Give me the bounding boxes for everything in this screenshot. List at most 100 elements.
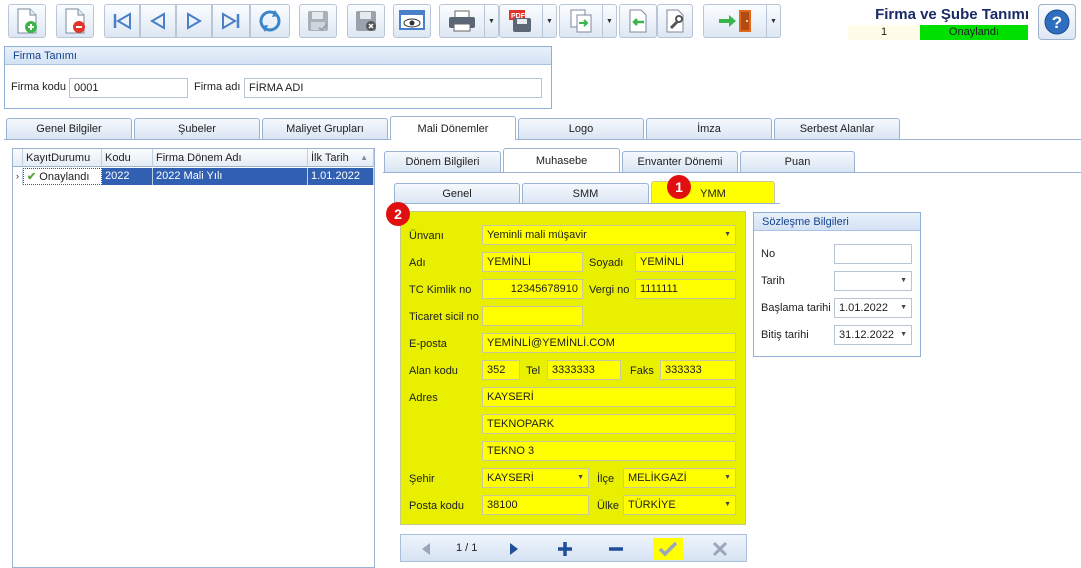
help-button[interactable]: ?	[1038, 4, 1076, 40]
tab-puan[interactable]: Puan	[740, 151, 855, 172]
new-button[interactable]	[8, 4, 46, 38]
print-button[interactable]	[439, 4, 485, 38]
nav-previous-button[interactable]	[411, 538, 441, 560]
tab-divider	[4, 139, 1081, 140]
tab-genel[interactable]: Genel	[394, 183, 520, 204]
help-icon: ?	[1044, 9, 1070, 35]
nav-confirm-button[interactable]	[653, 538, 683, 560]
tab-muhasebe[interactable]: Muhasebe	[503, 148, 620, 172]
ticaret-sicil-input[interactable]	[482, 306, 583, 326]
vergi-no-label: Vergi no	[589, 284, 630, 296]
chevron-down-icon: ▼	[900, 277, 907, 284]
sehir-select[interactable]: KAYSERİ ▼	[482, 468, 589, 488]
adres-line-3-input[interactable]: TEKNO 3	[482, 441, 736, 461]
unvan-select[interactable]: Yeminli mali müşavir ▼	[482, 225, 736, 245]
chevron-down-icon: ▼	[724, 474, 731, 481]
nav-position: 1 / 1	[456, 542, 478, 554]
delete-button[interactable]	[56, 4, 94, 38]
previous-record-button[interactable]	[140, 4, 176, 38]
preview-button[interactable]	[393, 4, 431, 38]
cell-status[interactable]: ✔ Onaylandı	[23, 168, 102, 185]
last-record-button[interactable]	[212, 4, 250, 38]
tab-imza[interactable]: İmza	[646, 118, 772, 139]
nav-remove-button[interactable]	[601, 538, 631, 560]
cell-date[interactable]: 1.01.2022	[308, 168, 374, 185]
tab-smm[interactable]: SMM	[522, 183, 649, 204]
tarih-date-picker[interactable]: ▼	[834, 271, 912, 291]
no-input[interactable]	[834, 244, 912, 264]
adres-label: Adres	[409, 392, 438, 404]
tc-kimlik-input[interactable]: 12345678910	[482, 279, 583, 299]
posta-kodu-input[interactable]: 38100	[482, 495, 589, 515]
next-record-icon	[187, 12, 202, 30]
group-title: Sözleşme Bilgileri	[754, 213, 920, 231]
column-header-kayit-durumu[interactable]: KayıtDurumu	[23, 149, 102, 167]
firma-code-input[interactable]: 0001	[69, 78, 188, 98]
next-record-button[interactable]	[176, 4, 212, 38]
chevron-down-icon: ▼	[577, 474, 584, 481]
eposta-input[interactable]: YEMİNLİ@YEMİNLİ.COM	[482, 333, 736, 353]
column-header-ilk-tarih[interactable]: İlk Tarih ▲	[308, 149, 374, 167]
column-header-ilk-tarih-label: İlk Tarih	[311, 152, 349, 164]
exit-icon	[719, 10, 751, 32]
print-icon	[449, 10, 475, 32]
nav-add-button[interactable]	[550, 538, 580, 560]
adi-input[interactable]: YEMİNLİ	[482, 252, 583, 272]
cell-name[interactable]: 2022 Mali Yılı	[153, 168, 308, 185]
pdf-dropdown-arrow[interactable]: ▼	[543, 4, 557, 38]
next-icon	[510, 543, 518, 555]
tab-genel-bilgiler[interactable]: Genel Bilgiler	[6, 118, 132, 139]
nav-next-button[interactable]	[499, 538, 529, 560]
row-pointer-icon: ›	[13, 168, 23, 185]
baslama-tarihi-date-picker[interactable]: 1.01.2022 ▼	[834, 298, 912, 318]
cell-code[interactable]: 2022	[102, 168, 153, 185]
nav-cancel-button[interactable]	[705, 538, 735, 560]
tools-button[interactable]	[657, 4, 693, 38]
soyadi-label: Soyadı	[589, 257, 624, 269]
step-marker-2: 2	[386, 202, 410, 226]
close-icon	[712, 541, 728, 557]
copy-button[interactable]	[559, 4, 603, 38]
firma-tanimi-group: Firma Tanımı Firma kodu 0001 Firma adı F…	[4, 46, 552, 109]
first-record-icon	[113, 12, 131, 30]
tel-input[interactable]: 3333333	[547, 360, 621, 380]
minus-icon	[609, 547, 623, 551]
ilce-select[interactable]: MELİKGAZİ ▼	[623, 468, 736, 488]
cell-status-text: Onaylandı	[39, 171, 90, 183]
ulke-select[interactable]: TÜRKİYE ▼	[623, 495, 736, 515]
alan-kodu-input[interactable]: 352	[482, 360, 520, 380]
soyadi-input[interactable]: YEMİNLİ	[635, 252, 736, 272]
refresh-icon	[259, 10, 281, 32]
exit-dropdown-arrow[interactable]: ▼	[767, 4, 781, 38]
tab-donem-bilgileri[interactable]: Dönem Bilgileri	[384, 151, 501, 172]
tab-envanter-donemi[interactable]: Envanter Dönemi	[622, 151, 738, 172]
import-button[interactable]	[619, 4, 657, 38]
bitis-tarihi-date-picker[interactable]: 31.12.2022 ▼	[834, 325, 912, 345]
copy-dropdown-arrow[interactable]: ▼	[603, 4, 617, 38]
print-dropdown-arrow[interactable]: ▼	[485, 4, 499, 38]
pdf-button[interactable]: PDF	[499, 4, 543, 38]
firma-name-input[interactable]: FİRMA ADI	[244, 78, 542, 98]
window-title: Firma ve Şube Tanımı	[875, 6, 1029, 23]
check-icon: ✔	[27, 171, 37, 183]
column-header-firma-donem-adi[interactable]: Firma Dönem Adı	[153, 149, 308, 167]
adres-line-1-input[interactable]: KAYSERİ	[482, 387, 736, 407]
tab-serbest-alanlar[interactable]: Serbest Alanlar	[774, 118, 900, 139]
save-button[interactable]	[299, 4, 337, 38]
faks-input[interactable]: 333333	[660, 360, 736, 380]
tab-subeler[interactable]: Şubeler	[134, 118, 260, 139]
vergi-no-input[interactable]: 1111111	[635, 279, 736, 299]
column-header-kodu[interactable]: Kodu	[102, 149, 153, 167]
exit-button[interactable]	[703, 4, 767, 38]
tab-logo[interactable]: Logo	[518, 118, 644, 139]
posta-kodu-label: Posta kodu	[409, 500, 465, 512]
sub-tab-divider	[383, 172, 1081, 173]
no-label: No	[761, 248, 776, 260]
adres-line-2-input[interactable]: TEKNOPARK	[482, 414, 736, 434]
cancel-save-button[interactable]	[347, 4, 385, 38]
mali-donem-grid[interactable]: KayıtDurumu Kodu Firma Dönem Adı İlk Tar…	[12, 148, 375, 568]
tab-maliyet-gruplari[interactable]: Maliyet Grupları	[262, 118, 388, 139]
tab-mali-donemler[interactable]: Mali Dönemler	[390, 116, 516, 140]
refresh-button[interactable]	[250, 4, 290, 38]
first-record-button[interactable]	[104, 4, 140, 38]
